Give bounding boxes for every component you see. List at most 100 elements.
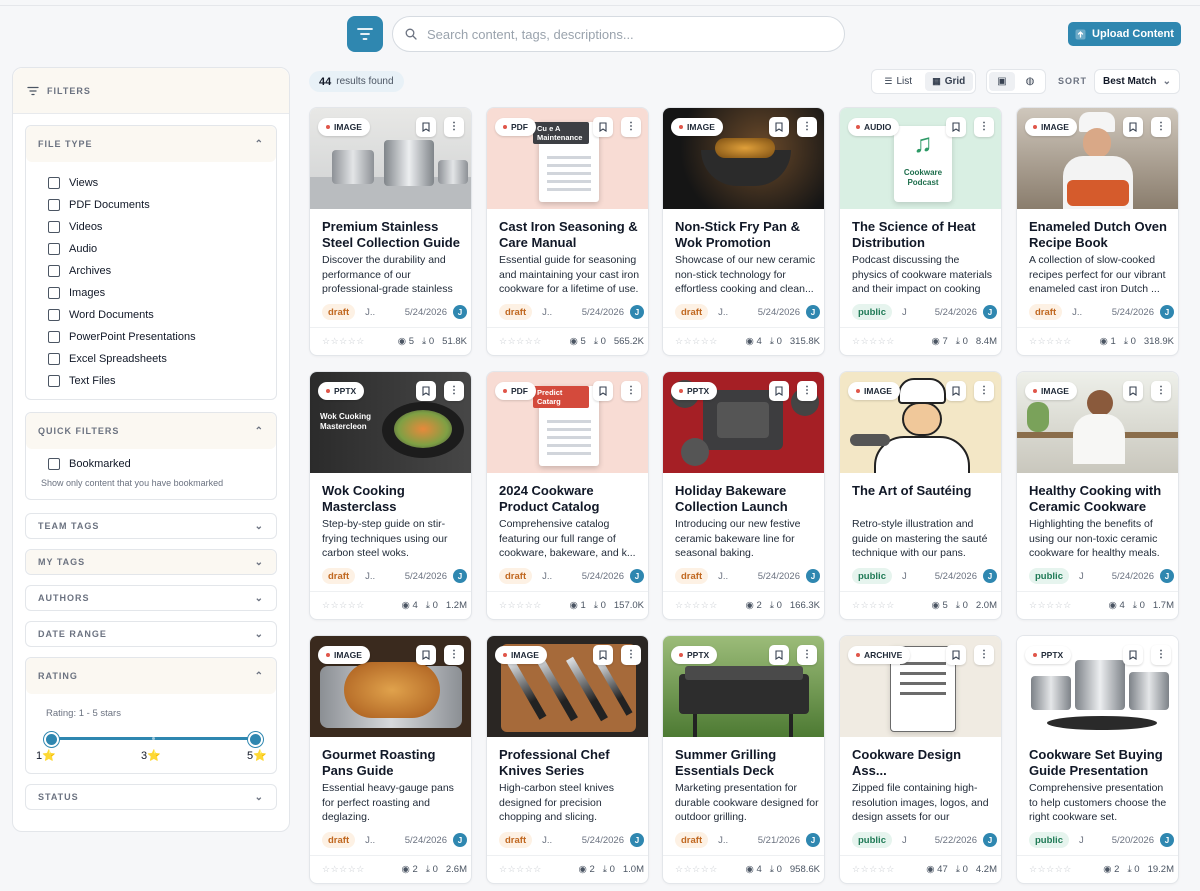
file-type-checkbox[interactable] xyxy=(48,287,60,299)
list-view-button[interactable]: ☰ List xyxy=(874,72,923,91)
card-title[interactable]: Gourmet Roasting Pans Guide xyxy=(322,747,467,779)
more-options-button[interactable]: ⋮ xyxy=(444,117,464,137)
more-options-button[interactable]: ⋮ xyxy=(974,645,994,665)
more-options-button[interactable]: ⋮ xyxy=(444,645,464,665)
avatar[interactable]: J xyxy=(630,569,644,583)
file-type-option[interactable]: PDF Documents xyxy=(26,194,276,216)
file-type-checkbox[interactable] xyxy=(48,243,60,255)
card-title[interactable]: Holiday Bakeware Collection Launch xyxy=(675,483,820,515)
file-type-checkbox[interactable] xyxy=(48,375,60,387)
globe-mode-button[interactable]: ◍ xyxy=(1017,72,1043,91)
status-header[interactable]: STATUS ⌄ xyxy=(26,785,276,809)
more-options-button[interactable]: ⋮ xyxy=(1151,381,1171,401)
content-card[interactable]: ♫ Cookware Podcast AUDIO ⋮ The Science of He… xyxy=(839,107,1002,356)
rating-min-handle[interactable] xyxy=(44,732,59,747)
content-card[interactable]: PPTX ⋮ Summer Grilling Essentials Deck Mark… xyxy=(662,635,825,884)
status-section[interactable]: STATUS ⌄ xyxy=(25,784,277,810)
file-type-option[interactable]: Excel Spreadsheets xyxy=(26,348,276,370)
file-type-option[interactable]: Images xyxy=(26,282,276,304)
card-title[interactable]: Non-Stick Fry Pan & Wok Promotion xyxy=(675,219,820,251)
file-type-checkbox[interactable] xyxy=(48,309,60,321)
rating-stars[interactable]: ☆☆☆☆☆ xyxy=(322,864,365,875)
more-options-button[interactable]: ⋮ xyxy=(974,117,994,137)
bookmark-button[interactable] xyxy=(769,381,789,401)
avatar[interactable]: J xyxy=(983,569,997,583)
bookmarked-checkbox[interactable] xyxy=(48,458,60,470)
bookmark-button[interactable] xyxy=(1123,381,1143,401)
more-options-button[interactable]: ⋮ xyxy=(797,117,817,137)
file-type-option[interactable]: Word Documents xyxy=(26,304,276,326)
more-options-button[interactable]: ⋮ xyxy=(621,117,641,137)
file-type-option[interactable]: Text Files xyxy=(26,370,276,392)
content-card[interactable]: IMAGE ⋮ Healthy Cooking with Ceramic Cookw… xyxy=(1016,371,1179,620)
bookmark-button[interactable] xyxy=(593,117,613,137)
sort-select[interactable]: Best Match ⌄ xyxy=(1094,69,1180,94)
quick-filters-header[interactable]: QUICK FILTERS ⌃ xyxy=(26,413,276,449)
avatar[interactable]: J xyxy=(983,305,997,319)
bookmark-button[interactable] xyxy=(946,381,966,401)
rating-stars[interactable]: ☆☆☆☆☆ xyxy=(1029,336,1072,347)
rating-stars[interactable]: ☆☆☆☆☆ xyxy=(852,600,895,611)
avatar[interactable]: J xyxy=(806,833,820,847)
bookmark-button[interactable] xyxy=(593,645,613,665)
filter-section-header[interactable]: TEAM TAGS ⌄ xyxy=(26,514,276,538)
bookmark-button[interactable] xyxy=(769,645,789,665)
card-title[interactable]: Cookware Design Ass... xyxy=(852,747,997,779)
card-title[interactable]: Cast Iron Seasoning & Care Manual xyxy=(499,219,644,251)
bookmark-button[interactable] xyxy=(416,381,436,401)
more-options-button[interactable]: ⋮ xyxy=(797,645,817,665)
file-type-checkbox[interactable] xyxy=(48,199,60,211)
upload-content-button[interactable]: Upload Content xyxy=(1068,22,1181,46)
file-type-header[interactable]: FILE TYPE ⌃ xyxy=(26,126,276,162)
content-card[interactable]: IMAGE ⋮ Professional Chef Knives Series Hig… xyxy=(486,635,649,884)
rating-stars[interactable]: ☆☆☆☆☆ xyxy=(322,336,365,347)
avatar[interactable]: J xyxy=(630,833,644,847)
content-card[interactable]: Wok Cuoking Mastercleon PPTX ⋮ Wok Cooking … xyxy=(309,371,472,620)
filter-section-header[interactable]: AUTHORS ⌄ xyxy=(26,586,276,610)
avatar[interactable]: J xyxy=(453,305,467,319)
rating-stars[interactable]: ☆☆☆☆☆ xyxy=(499,336,542,347)
card-title[interactable]: Summer Grilling Essentials Deck xyxy=(675,747,820,779)
file-type-checkbox[interactable] xyxy=(48,331,60,343)
card-title[interactable]: The Science of Heat Distribution xyxy=(852,219,997,251)
filter-section-team-tags[interactable]: TEAM TAGS ⌄ xyxy=(25,513,277,539)
rating-stars[interactable]: ☆☆☆☆☆ xyxy=(1029,600,1072,611)
bookmark-button[interactable] xyxy=(416,645,436,665)
filter-section-header[interactable]: MY TAGS ⌄ xyxy=(26,550,276,574)
rating-stars[interactable]: ☆☆☆☆☆ xyxy=(852,336,895,347)
file-type-checkbox[interactable] xyxy=(48,265,60,277)
avatar[interactable]: J xyxy=(453,833,467,847)
content-card[interactable]: PPTX ⋮ Cookware Set Buying Guide Presentat… xyxy=(1016,635,1179,884)
card-title[interactable]: Professional Chef Knives Series xyxy=(499,747,644,779)
file-type-option[interactable]: PowerPoint Presentations xyxy=(26,326,276,348)
rating-stars[interactable]: ☆☆☆☆☆ xyxy=(675,600,718,611)
avatar[interactable]: J xyxy=(1160,569,1174,583)
file-type-option[interactable]: Archives xyxy=(26,260,276,282)
more-options-button[interactable]: ⋮ xyxy=(621,645,641,665)
rating-stars[interactable]: ☆☆☆☆☆ xyxy=(499,600,542,611)
content-card[interactable]: ARCHIVE ⋮ Cookware Design Ass... Zipped fil… xyxy=(839,635,1002,884)
filter-toggle-button[interactable] xyxy=(347,16,383,52)
card-title[interactable]: Enameled Dutch Oven Recipe Book xyxy=(1029,219,1174,251)
avatar[interactable]: J xyxy=(453,569,467,583)
avatar[interactable]: J xyxy=(983,833,997,847)
more-options-button[interactable]: ⋮ xyxy=(974,381,994,401)
grid-view-button[interactable]: ▦ Grid xyxy=(924,72,973,91)
bookmark-button[interactable] xyxy=(946,117,966,137)
content-card[interactable]: Predict Catarg PDF ⋮ 2024 Cookware Product … xyxy=(486,371,649,620)
card-title[interactable]: Wok Cooking Masterclass Presentat... xyxy=(322,483,467,515)
rating-stars[interactable]: ☆☆☆☆☆ xyxy=(1029,864,1072,875)
more-options-button[interactable]: ⋮ xyxy=(444,381,464,401)
filter-section-my-tags[interactable]: MY TAGS ⌄ xyxy=(25,549,277,575)
bookmarked-option[interactable]: Bookmarked xyxy=(26,453,276,475)
avatar[interactable]: J xyxy=(1160,305,1174,319)
bookmark-button[interactable] xyxy=(593,381,613,401)
image-mode-button[interactable]: ▣ xyxy=(989,72,1015,91)
more-options-button[interactable]: ⋮ xyxy=(1151,645,1171,665)
bookmark-button[interactable] xyxy=(946,645,966,665)
content-card[interactable]: PPTX ⋮ Holiday Bakeware Collection Launch I… xyxy=(662,371,825,620)
bookmark-button[interactable] xyxy=(1123,645,1143,665)
card-title[interactable]: The Art of Sautéing xyxy=(852,483,997,515)
file-type-checkbox[interactable] xyxy=(48,353,60,365)
filter-section-date-range[interactable]: DATE RANGE ⌄ xyxy=(25,621,277,647)
